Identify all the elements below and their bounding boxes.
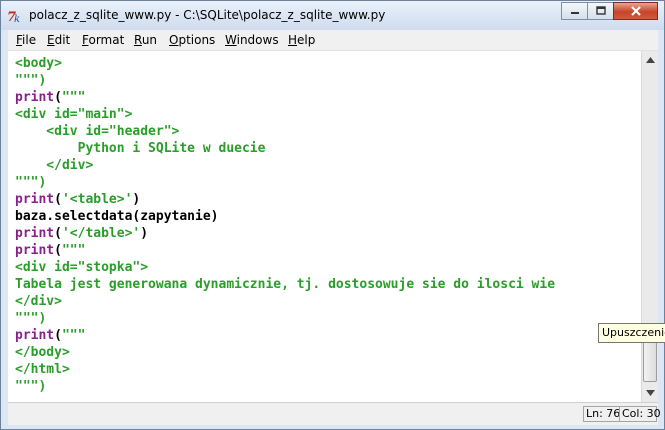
arrow-up-icon: [645, 56, 655, 63]
menu-edit[interactable]: Edit: [47, 33, 70, 47]
close-icon: [630, 6, 641, 16]
code-line: print(""": [15, 242, 85, 259]
close-button[interactable]: [613, 2, 658, 20]
code-line: """): [15, 378, 46, 395]
code-token: """: [61, 328, 86, 343]
code-token: """): [15, 311, 47, 326]
code-line: <div id="header">: [15, 123, 179, 140]
scroll-down-button[interactable]: [642, 384, 658, 401]
code-editor[interactable]: <body> """) print(""" <div id="main"> <div …: [8, 51, 641, 402]
code-token: """): [15, 379, 47, 394]
code-token: baza.selectdata(zapytanie): [15, 209, 219, 224]
menu-run[interactable]: Run: [134, 33, 157, 47]
idle-feather-icon: 7 k: [7, 10, 20, 24]
column-number-indicator: Col: 30: [619, 406, 661, 422]
minimize-button[interactable]: [561, 2, 588, 20]
code-line: <body>: [15, 55, 62, 72]
minimize-icon: [570, 12, 579, 14]
code-token: print: [15, 328, 55, 343]
code-token: (: [54, 226, 62, 241]
menu-windows[interactable]: Windows: [225, 33, 279, 47]
code-line: <div id="stopka">: [15, 259, 148, 276]
window-title: polacz_z_sqlite_www.py - C:\SQLite\polac…: [29, 8, 386, 22]
code-line: </html>: [15, 361, 70, 378]
code-token: </html>: [15, 362, 70, 377]
code-token: print: [15, 226, 55, 241]
svg-text:k: k: [14, 14, 20, 24]
title-bar[interactable]: 7 k polacz_z_sqlite_www.py - C:\SQLite\p…: [1, 1, 664, 30]
code-line: """): [15, 72, 46, 89]
code-token: '</table>': [61, 226, 141, 241]
code-line: print(""": [15, 327, 85, 344]
code-token: print: [15, 192, 55, 207]
code-token: (: [54, 328, 62, 343]
code-token: (: [54, 243, 62, 258]
code-token: '<table>': [61, 192, 133, 207]
code-token: """): [15, 175, 47, 190]
code-line: print('<table>'): [15, 191, 140, 208]
code-line: print('</table>'): [15, 225, 148, 242]
code-line: """): [15, 310, 46, 327]
code-token: </div>: [15, 294, 62, 309]
code-token: ): [132, 192, 141, 207]
code-line: </div>: [15, 157, 93, 174]
scroll-thumb[interactable]: [643, 341, 657, 382]
menu-format[interactable]: Format: [82, 33, 124, 47]
idle-editor-window: 7 k polacz_z_sqlite_www.py - C:\SQLite\p…: [0, 0, 665, 430]
menu-bar: File Edit Format Run Options Windows Hel…: [8, 30, 658, 51]
code-token: print: [15, 90, 55, 105]
code-line: print(""": [15, 89, 85, 106]
code-token: (: [54, 192, 62, 207]
code-token: </div>: [15, 158, 94, 173]
code-token: Python i SQLite w duecie: [15, 141, 266, 156]
code-line: Tabela jest generowana dynamicznie, tj. …: [15, 276, 555, 293]
code-line: <div id="main">: [15, 106, 132, 123]
menu-options[interactable]: Options: [169, 33, 215, 47]
code-line: """): [15, 174, 46, 191]
code-line: </div>: [15, 293, 62, 310]
line-number-indicator: Ln: 76: [583, 406, 620, 422]
code-token: """: [61, 90, 86, 105]
code-line: Python i SQLite w duecie: [15, 140, 266, 157]
code-line: baza.selectdata(zapytanie): [15, 208, 219, 225]
menu-help[interactable]: Help: [288, 33, 315, 47]
code-token: <div id="main">: [15, 107, 133, 122]
status-bar: Ln: 76 Col: 30: [8, 402, 661, 425]
code-token: <div id="header">: [15, 124, 180, 139]
code-token: ): [140, 226, 149, 241]
code-line: </body>: [15, 344, 70, 361]
code-token: print: [15, 243, 55, 258]
code-token: """): [15, 73, 47, 88]
vertical-scrollbar[interactable]: [641, 51, 658, 402]
code-token: <body>: [15, 56, 62, 71]
tooltip: Upuszczenie: [598, 323, 665, 343]
maximize-icon: [595, 6, 606, 15]
code-token: <div id="stopka">: [15, 260, 149, 275]
code-token: """: [61, 243, 86, 258]
arrow-down-icon: [645, 389, 655, 396]
maximize-button[interactable]: [587, 2, 614, 20]
code-token: Tabela jest generowana dynamicznie, tj. …: [15, 277, 556, 292]
code-token: </body>: [15, 345, 70, 360]
scroll-up-button[interactable]: [642, 51, 658, 68]
code-token: (: [54, 90, 62, 105]
window-controls: [561, 2, 658, 21]
menu-file[interactable]: File: [16, 33, 36, 47]
